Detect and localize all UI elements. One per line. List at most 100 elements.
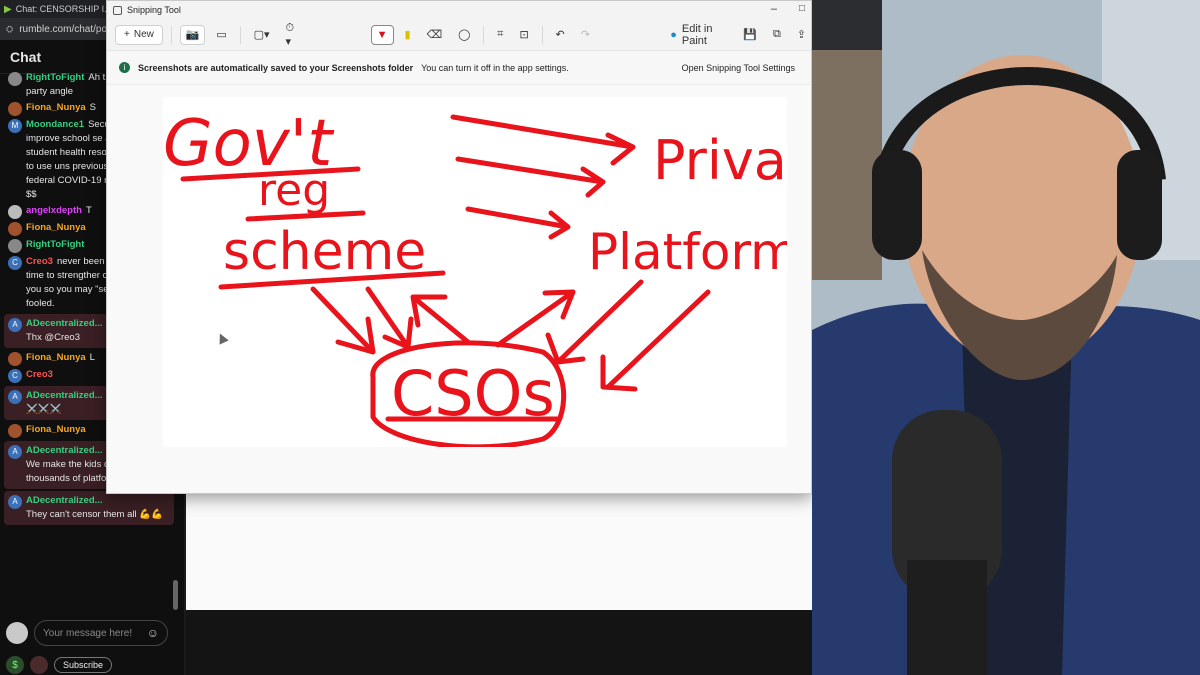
browser-titlebar: ▶ Chat: CENSORSHIP I...	[0, 0, 110, 18]
chat-actions: $ Subscribe	[0, 655, 184, 675]
user-avatar[interactable]	[6, 622, 28, 644]
chat-user-avatar[interactable]	[8, 102, 22, 116]
ink-arrow	[310, 286, 376, 355]
chat-input-row: Your message here! ☺	[0, 615, 184, 651]
chat-username[interactable]: Moondance1	[26, 119, 84, 130]
ink-arrow	[465, 206, 571, 240]
snipping-tool-icon	[113, 5, 122, 15]
chat-username[interactable]: ADecentralized...	[26, 495, 103, 506]
chat-user-avatar[interactable]: C	[8, 256, 22, 270]
streamer-photo	[812, 0, 1200, 675]
undo-icon[interactable]: ↶	[551, 25, 570, 45]
page-content-dark	[186, 610, 812, 675]
snip-titlebar: Snipping Tool – □	[107, 1, 811, 19]
chat-input-placeholder: Your message here!	[43, 627, 133, 639]
chat-username[interactable]: Fiona_Nunya	[26, 352, 86, 363]
chat-user-avatar[interactable]: A	[8, 445, 22, 459]
paint-icon: ●	[670, 28, 677, 41]
snipping-tool-window: Snipping Tool – □ + New 📷 ▭ ▢▾ ⏱▾ ▼ ▮ ⌫ ◯…	[106, 0, 841, 494]
ink-word-platforms: Platforms	[588, 223, 787, 281]
ink-word-private: Private	[653, 129, 787, 192]
info-bar: i Screenshots are automatically saved to…	[107, 51, 811, 85]
share-icon[interactable]: ⇪	[792, 25, 811, 45]
new-button[interactable]: + New	[115, 24, 163, 45]
ink-word-scheme: scheme	[223, 222, 426, 282]
snip-mode-icon[interactable]: ▢▾	[249, 25, 275, 45]
highlighter-icon[interactable]: ▮	[400, 25, 416, 45]
chat-user-avatar[interactable]: A	[8, 390, 22, 404]
webcam-feed	[812, 0, 1200, 675]
ballpoint-pen-icon[interactable]: ▼	[370, 24, 394, 45]
copy-icon[interactable]: ⧉	[768, 25, 786, 45]
redo-icon[interactable]: ↷	[576, 25, 595, 45]
chat-user-avatar[interactable]	[8, 424, 22, 438]
screen: ▶ Chat: CENSORSHIP I... ⛭ rumble.com/cha…	[0, 0, 1200, 675]
browser-urlbar[interactable]: ⛭ rumble.com/chat/pop	[0, 18, 110, 40]
emoji-icon[interactable]: ☺	[147, 626, 159, 640]
settings-link[interactable]: Open Snipping Tool Settings	[682, 63, 795, 73]
chat-message-text: Ah t	[88, 72, 106, 83]
browser-tab-title: Chat: CENSORSHIP I...	[15, 4, 110, 14]
shapes-icon[interactable]: ◯	[453, 25, 475, 45]
edit-in-paint-label: Edit in Paint	[681, 22, 713, 47]
chat-username[interactable]: ADecentralized...	[26, 390, 103, 401]
chat-message-text: T	[85, 205, 92, 216]
chat-username[interactable]: Creo3	[26, 256, 53, 267]
drawing-canvas[interactable]: Gov't reg scheme Private Platforms	[163, 97, 841, 450]
snip-title-text: Snipping Tool	[127, 5, 181, 15]
rumble-icon: ▶	[4, 3, 12, 15]
chat-username[interactable]: RightToFight	[26, 239, 84, 250]
site-info-icon[interactable]: ⛭	[6, 24, 13, 35]
camera-icon[interactable]: 📷	[179, 24, 206, 45]
text-actions-icon[interactable]: ⊡	[514, 25, 533, 45]
chat-username[interactable]: ADecentralized...	[26, 318, 103, 329]
plus-icon: +	[124, 29, 130, 40]
toolbar-divider	[483, 25, 485, 44]
chat-username[interactable]: Fiona_Nunya	[26, 102, 86, 113]
chat-username[interactable]: Creo3	[26, 369, 53, 380]
chat-username[interactable]: Fiona_Nunya	[26, 222, 86, 233]
ink-drawing: Gov't reg scheme Private Platforms	[163, 107, 841, 450]
maximize-icon[interactable]: □	[799, 3, 805, 14]
ink-arrow	[455, 156, 606, 198]
rant-icon[interactable]	[30, 656, 48, 674]
dollar-icon[interactable]: $	[6, 656, 24, 674]
edit-in-paint-button[interactable]: ● Edit in Paint	[665, 22, 732, 47]
eraser-icon[interactable]: ⌫	[422, 25, 448, 45]
page-content-light	[186, 494, 812, 610]
chat-message-input[interactable]: Your message here! ☺	[34, 620, 168, 646]
toolbar-divider	[541, 25, 543, 44]
chat-scrollbar[interactable]	[173, 580, 178, 610]
delay-timer-icon[interactable]: ⏱▾	[281, 22, 302, 48]
canvas-area: Gov't reg scheme Private Platforms	[107, 85, 841, 493]
chat-message-text: They can't censor them all 💪💪	[26, 509, 163, 520]
chat-message-text: L	[89, 352, 95, 363]
ink-arrow	[495, 289, 576, 348]
info-icon: i	[119, 62, 130, 73]
chat-user-avatar[interactable]: A	[8, 318, 22, 332]
save-icon[interactable]: 💾	[738, 25, 762, 45]
url-text[interactable]: rumble.com/chat/pop	[19, 24, 110, 35]
ink-arrow	[365, 286, 414, 350]
chat-username[interactable]: angelxdepth	[26, 205, 82, 216]
video-icon[interactable]: ▭	[211, 25, 231, 45]
minimize-icon[interactable]: –	[771, 3, 777, 15]
subscribe-button[interactable]: Subscribe	[54, 657, 113, 673]
new-label: New	[133, 29, 154, 40]
chat-username[interactable]: Fiona_Nunya	[26, 424, 86, 435]
chat-user-avatar[interactable]	[8, 239, 22, 253]
chat-user-avatar[interactable]: A	[8, 495, 22, 509]
chat-user-avatar[interactable]	[8, 352, 22, 366]
chat-user-avatar[interactable]	[8, 205, 22, 219]
chat-user-avatar[interactable]	[8, 222, 22, 236]
crop-icon[interactable]: ⌗	[492, 25, 508, 45]
chat-username[interactable]: ADecentralized...	[26, 445, 103, 456]
toolbar-divider	[239, 25, 241, 44]
chat-user-avatar[interactable]: C	[8, 369, 22, 383]
info-bold-text: Screenshots are automatically saved to y…	[138, 62, 414, 73]
chat-message[interactable]: A ADecentralized... They can't censor them…	[4, 491, 174, 525]
chat-message-text: never been	[56, 256, 105, 267]
chat-username[interactable]: RightToFight	[26, 72, 84, 83]
chat-user-avatar[interactable]: M	[8, 119, 22, 133]
chat-user-avatar[interactable]	[8, 72, 22, 86]
